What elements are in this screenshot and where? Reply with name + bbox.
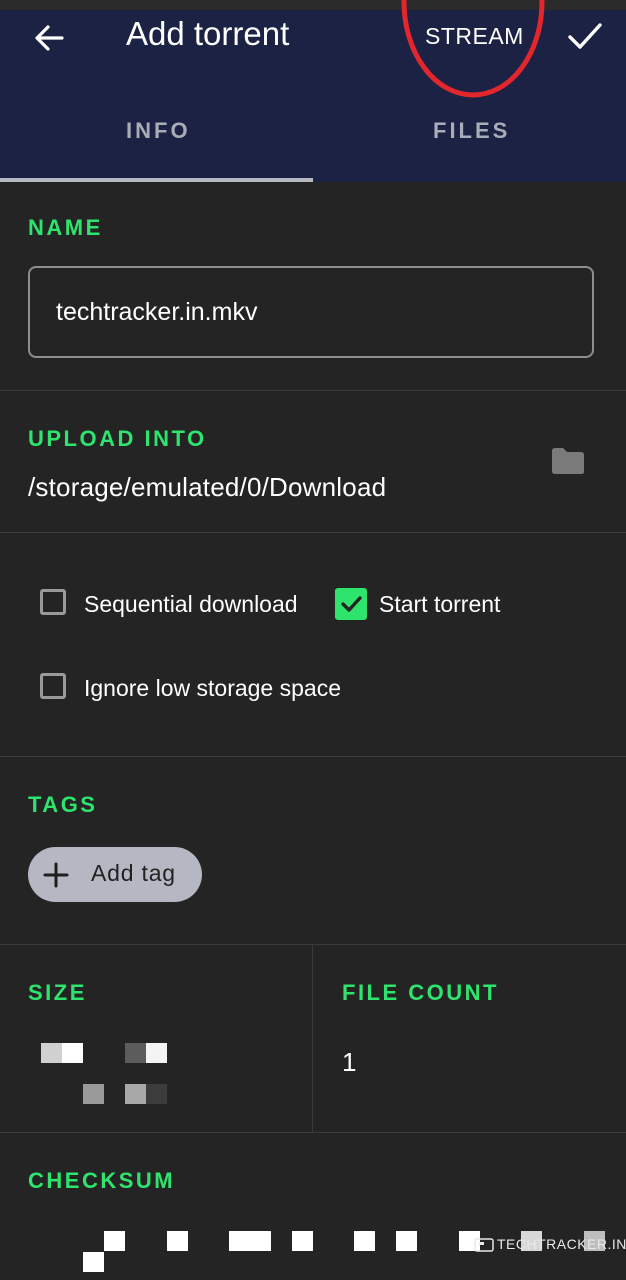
- upload-label: UPLOAD INTO: [28, 426, 207, 451]
- tab-files[interactable]: FILES: [433, 118, 510, 144]
- ignore-storage-label: Ignore low storage space: [84, 675, 341, 701]
- folder-icon[interactable]: [550, 446, 586, 476]
- checkmark-icon: [341, 596, 362, 612]
- divider: [0, 1132, 626, 1133]
- annotation-circle: [401, 0, 545, 98]
- ignore-storage-checkbox[interactable]: [40, 673, 66, 699]
- upload-path[interactable]: /storage/emulated/0/Download: [28, 472, 386, 503]
- divider: [0, 532, 626, 533]
- divider: [0, 390, 626, 391]
- file-count-label: FILE COUNT: [342, 980, 499, 1005]
- column-separator: [312, 945, 313, 1133]
- arrow-left-icon[interactable]: [28, 16, 72, 60]
- plus-icon: [43, 862, 69, 888]
- watermark-text: TECHTRACKER.IN: [497, 1236, 626, 1252]
- file-count-value: 1: [342, 1047, 357, 1077]
- watermark-logo-icon: [474, 1238, 494, 1252]
- add-tag-button[interactable]: Add tag: [28, 847, 202, 902]
- sequential-download-checkbox[interactable]: [40, 589, 66, 615]
- size-label: SIZE: [28, 980, 87, 1005]
- start-torrent-checkbox[interactable]: [335, 588, 367, 620]
- checksum-label: CHECKSUM: [28, 1168, 176, 1193]
- start-torrent-label: Start torrent: [379, 591, 501, 617]
- add-tag-label: Add tag: [91, 860, 176, 886]
- page-title: Add torrent: [126, 15, 290, 52]
- tab-info[interactable]: INFO: [126, 118, 191, 144]
- sequential-download-label: Sequential download: [84, 591, 298, 617]
- tab-indicator: [0, 178, 313, 182]
- divider: [0, 756, 626, 757]
- tags-label: TAGS: [28, 792, 98, 817]
- app-bar: Add torrent STREAM INFO FILES: [0, 0, 626, 182]
- name-input[interactable]: techtracker.in.mkv: [28, 266, 594, 358]
- name-label: NAME: [28, 215, 103, 240]
- check-icon[interactable]: [563, 14, 607, 58]
- divider: [0, 944, 626, 945]
